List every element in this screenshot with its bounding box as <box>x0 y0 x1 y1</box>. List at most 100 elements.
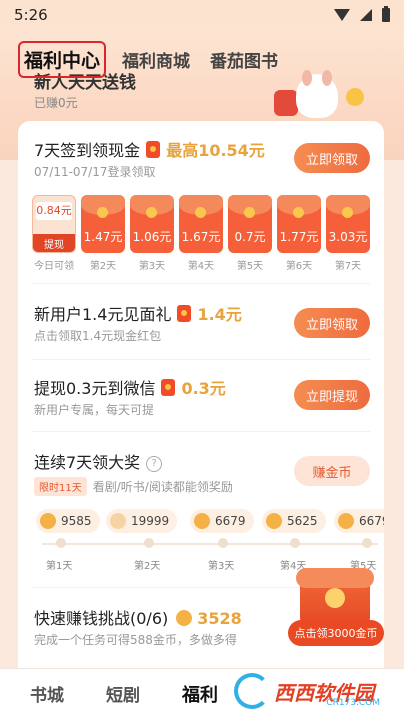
watermark-logo-icon <box>234 673 270 709</box>
checkin-claim-button[interactable]: 立即领取 <box>294 143 370 173</box>
day-item[interactable]: 1.47元 第2天 <box>81 195 125 275</box>
coin-value: 5625 <box>287 514 318 528</box>
day-item[interactable]: 0.7元 第5天 <box>228 195 272 275</box>
status-icons <box>334 6 390 22</box>
day-label: 第7天 <box>334 261 362 272</box>
status-time: 5:26 <box>14 6 48 24</box>
streak-timeline <box>42 543 378 545</box>
new-user-gift-sub: 点击领取1.4元现金红包 <box>34 329 162 343</box>
streak-title-row: 连续7天领大奖? <box>34 449 163 473</box>
challenge-coins: 3528 <box>197 609 242 628</box>
withdraw-button[interactable]: 立即提现 <box>294 380 370 410</box>
coin-value: 6679 <box>215 514 246 528</box>
tab-welfare-center[interactable]: 福利中心 <box>18 40 107 78</box>
signal-icon <box>360 9 372 21</box>
coin-icon <box>110 513 126 529</box>
coin-icon <box>176 610 193 626</box>
timeline-day-label: 第1天 <box>46 561 73 572</box>
withdraw-tag: 提现 <box>33 234 75 252</box>
checkin-title-row: 7天签到领现金 最高10.54元 <box>34 137 265 161</box>
status-bar: 5:26 <box>0 0 404 30</box>
timeline-day-label: 第3天 <box>208 561 235 572</box>
new-user-gift-row: 新用户1.4元见面礼 1.4元 <box>34 301 242 325</box>
divider <box>32 283 370 284</box>
day-amount: 1.06元 <box>132 230 172 244</box>
chest-lid <box>296 568 374 588</box>
new-user-gift-amount: 1.4元 <box>197 305 242 324</box>
day-label: 第5天 <box>236 261 264 272</box>
nav-bookstore[interactable]: 书城 <box>30 681 64 706</box>
withdraw-sub: 新用户专属，每天可提 <box>34 403 155 417</box>
day-label: 今日可领 <box>34 261 74 272</box>
day-card[interactable]: 1.47元 <box>81 195 125 253</box>
day-item[interactable]: 3.03元 第7天 <box>326 195 370 275</box>
day-card[interactable]: 0.7元 <box>228 195 272 253</box>
challenge-sub: 完成一个任务可得588金币，多做多得 <box>34 633 237 647</box>
day-amount: 1.47元 <box>83 230 123 244</box>
day-card[interactable]: 1.77元 <box>277 195 321 253</box>
timeline-dot <box>144 538 154 548</box>
new-user-claim-button[interactable]: 立即领取 <box>294 308 370 338</box>
coin-value: 19999 <box>131 514 170 528</box>
checkin-max: 最高10.54元 <box>166 141 265 160</box>
checkin-dates: 07/11-07/17登录领取 <box>34 165 156 179</box>
day-item[interactable]: 1.06元 第3天 <box>130 195 174 275</box>
day-card-today[interactable]: 0.84元 提现 <box>32 195 76 253</box>
withdraw-row: 提现0.3元到微信 0.3元 <box>34 375 226 399</box>
timeline-dot <box>362 538 372 548</box>
timeline-dot <box>56 538 66 548</box>
tab-welfare-mall[interactable]: 福利商城 <box>118 43 194 76</box>
day-card[interactable]: 3.03元 <box>326 195 370 253</box>
day-amount: 0.84元 <box>36 202 72 220</box>
new-user-gift-title: 新用户1.4元见面礼 <box>34 305 172 324</box>
coin-chip: 6679 <box>334 509 384 533</box>
day-amount: 3.03元 <box>328 230 368 244</box>
wifi-icon <box>334 9 350 21</box>
red-envelope-icon <box>177 305 192 322</box>
checkin-title: 7天签到领现金 <box>34 141 141 160</box>
tab-fanqie-books[interactable]: 番茄图书 <box>206 43 282 76</box>
treasure-chest[interactable]: 点击领3000金币 <box>288 568 384 646</box>
limited-time-tag: 限时11天 <box>34 477 87 496</box>
day-card[interactable]: 1.06元 <box>130 195 174 253</box>
day-label: 第2天 <box>89 261 117 272</box>
day-item[interactable]: 1.77元 第6天 <box>277 195 321 275</box>
top-tabs: 福利中心 福利商城 番茄图书 <box>0 38 404 80</box>
day-amount: 1.77元 <box>279 230 319 244</box>
red-envelope-icon <box>146 141 161 158</box>
streak-sub: 看剧/听书/阅读都能领奖励 <box>92 480 233 494</box>
help-icon[interactable]: ? <box>146 456 163 472</box>
challenge-title: 快速赚钱挑战(0/6) <box>34 609 169 628</box>
withdraw-title: 提现0.3元到微信 <box>34 379 156 398</box>
day-amount: 1.67元 <box>181 230 221 244</box>
challenge-title-row: 快速赚钱挑战(0/6) 3528 <box>34 605 242 629</box>
timeline-dot <box>290 538 300 548</box>
coin-value: 9585 <box>61 514 92 528</box>
coin-icon <box>346 88 364 106</box>
nav-short-drama[interactable]: 短剧 <box>106 681 140 706</box>
chest-lock-icon <box>325 588 345 608</box>
mascot-body <box>296 70 338 118</box>
coin-chip: 19999 <box>106 509 178 533</box>
coin-chip: 5625 <box>262 509 326 533</box>
coin-chip: 6679 <box>190 509 254 533</box>
watermark: 西西软件园 CR173.COM <box>204 664 404 718</box>
coin-icon <box>338 513 354 529</box>
day-card[interactable]: 1.67元 <box>179 195 223 253</box>
coin-icon <box>266 513 282 529</box>
streak-sub-row: 限时11天 看剧/听书/阅读都能领奖励 <box>34 477 233 496</box>
coin-icon <box>40 513 56 529</box>
divider <box>32 359 370 360</box>
day-item[interactable]: 1.67元 第4天 <box>179 195 223 275</box>
battery-icon <box>382 6 390 22</box>
day-label: 第3天 <box>138 261 166 272</box>
day-amount: 0.7元 <box>234 230 266 244</box>
watermark-url: CR173.COM <box>326 698 380 708</box>
red-envelope-icon <box>161 379 176 396</box>
timeline-day-label: 第2天 <box>134 561 161 572</box>
coin-chip: 9585 <box>36 509 100 533</box>
day-item[interactable]: 0.84元 提现 今日可领 <box>32 195 76 275</box>
earn-coins-button[interactable]: 赚金币 <box>294 456 370 486</box>
red-bag-icon <box>274 90 298 116</box>
claim-3000-coins-button[interactable]: 点击领3000金币 <box>288 620 384 646</box>
